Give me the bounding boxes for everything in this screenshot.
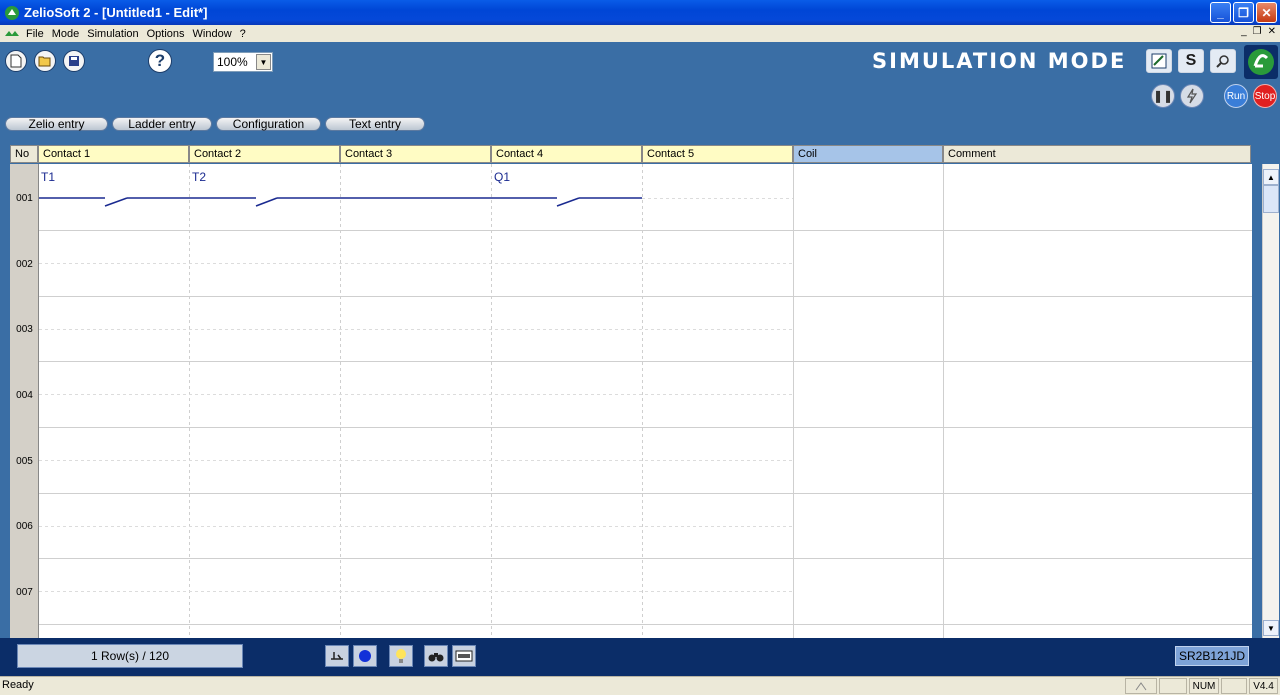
- mode-title: SIMULATION MODE: [872, 49, 1127, 73]
- chevron-down-icon[interactable]: ▼: [256, 54, 271, 70]
- row-number-column: 001 002 003 004 005 006 007: [10, 164, 39, 638]
- contact-label-q1[interactable]: Q1: [494, 170, 510, 184]
- menu-file[interactable]: File: [24, 28, 50, 40]
- col-header-contact-5: Contact 5: [642, 145, 793, 163]
- display-panel-icon[interactable]: [452, 645, 476, 667]
- monitoring-search-icon[interactable]: [1210, 49, 1236, 73]
- status-mode-icon: [1125, 678, 1157, 694]
- mdi-restore-button[interactable]: ❐: [1253, 26, 1262, 37]
- contact-switch: [556, 197, 580, 207]
- power-cut-lightning-icon[interactable]: [1180, 84, 1204, 108]
- status-panel-empty-2: [1221, 678, 1247, 694]
- new-file-icon[interactable]: [5, 50, 27, 72]
- menu-window[interactable]: Window: [191, 28, 238, 40]
- row-number[interactable]: 007: [10, 587, 39, 598]
- menu-options[interactable]: Options: [145, 28, 191, 40]
- ladder-tool-icon[interactable]: [325, 645, 349, 667]
- binoculars-icon[interactable]: [424, 645, 448, 667]
- window-title: ZelioSoft 2 - [Untitled1 - Edit*]: [24, 5, 208, 20]
- pause-icon[interactable]: ❚❚: [1151, 84, 1175, 108]
- help-icon[interactable]: ?: [148, 49, 172, 73]
- zoom-value: 100%: [217, 55, 248, 69]
- tab-ladder-entry[interactable]: Ladder entry: [112, 117, 212, 131]
- mdi-minimize-button[interactable]: _: [1241, 26, 1247, 37]
- tab-text-entry[interactable]: Text entry: [325, 117, 425, 131]
- document-logo-icon: [5, 30, 19, 36]
- col-header-contact-3: Contact 3: [340, 145, 491, 163]
- simulation-s-button[interactable]: S: [1178, 49, 1204, 73]
- col-header-coil: Coil: [793, 145, 943, 163]
- open-folder-icon[interactable]: [34, 50, 56, 72]
- contact-switch: [104, 197, 128, 207]
- menu-simulation[interactable]: Simulation: [85, 28, 144, 40]
- status-num: NUM: [1189, 678, 1219, 694]
- row-number[interactable]: 001: [10, 193, 39, 204]
- row-number[interactable]: 004: [10, 390, 39, 401]
- tab-configuration[interactable]: Configuration: [216, 117, 321, 131]
- rung-001: [39, 197, 642, 207]
- menu-help[interactable]: ?: [238, 28, 252, 40]
- row-count: 1 Row(s) / 120: [17, 644, 243, 668]
- col-header-comment: Comment: [943, 145, 1251, 163]
- zelio-logo-icon: [1244, 45, 1278, 79]
- row-number[interactable]: 002: [10, 259, 39, 270]
- menu-mode[interactable]: Mode: [50, 28, 86, 40]
- scroll-down-icon[interactable]: ▼: [1263, 620, 1279, 636]
- close-button[interactable]: ✕: [1256, 2, 1277, 23]
- ladder-canvas[interactable]: T1 T2 Q1: [39, 164, 1252, 638]
- contact-label-t2[interactable]: T2: [192, 170, 206, 184]
- minimize-button[interactable]: _: [1210, 2, 1231, 23]
- run-button[interactable]: Run: [1224, 84, 1248, 108]
- lamp-icon[interactable]: [389, 645, 413, 667]
- status-version: V4.4: [1249, 678, 1278, 694]
- contact-switch: [255, 197, 278, 207]
- save-disk-icon[interactable]: [63, 50, 85, 72]
- edit-mode-icon[interactable]: [1146, 49, 1172, 73]
- stop-button[interactable]: Stop: [1253, 84, 1277, 108]
- col-header-contact-4: Contact 4: [491, 145, 642, 163]
- scroll-thumb[interactable]: [1263, 185, 1279, 213]
- col-header-no: No: [10, 145, 38, 163]
- scroll-up-icon[interactable]: ▲: [1263, 169, 1279, 185]
- col-header-contact-1: Contact 1: [38, 145, 189, 163]
- status-panel-empty: [1159, 678, 1187, 694]
- vertical-scrollbar[interactable]: ▲ ▼: [1262, 164, 1279, 638]
- blue-circle-icon[interactable]: [353, 645, 377, 667]
- row-number[interactable]: 006: [10, 521, 39, 532]
- controller-model: SR2B121JD: [1175, 646, 1249, 666]
- bottom-bar: 1 Row(s) / 120 SR2B121JD: [0, 638, 1280, 676]
- status-text: Ready: [2, 679, 34, 691]
- row-number[interactable]: 003: [10, 324, 39, 335]
- mdi-close-button[interactable]: ✕: [1268, 26, 1276, 37]
- zeliosoft-app-icon: [5, 5, 19, 20]
- restore-button[interactable]: ❐: [1233, 2, 1254, 23]
- menu-bar: File Mode Simulation Options Window ? _ …: [0, 25, 1280, 42]
- status-bar: Ready NUM V4.4: [0, 676, 1280, 695]
- entry-tabs: Zelio entry Ladder entry Configuration T…: [0, 117, 1280, 131]
- ladder-grid-lines: [39, 164, 1252, 638]
- col-header-contact-2: Contact 2: [189, 145, 340, 163]
- zoom-select[interactable]: 100% ▼: [213, 52, 273, 72]
- row-number[interactable]: 005: [10, 456, 39, 467]
- tab-zelio-entry[interactable]: Zelio entry: [5, 117, 108, 131]
- contact-label-t1[interactable]: T1: [41, 170, 55, 184]
- title-bar: ZelioSoft 2 - [Untitled1 - Edit*] _ ❐ ✕: [0, 0, 1280, 25]
